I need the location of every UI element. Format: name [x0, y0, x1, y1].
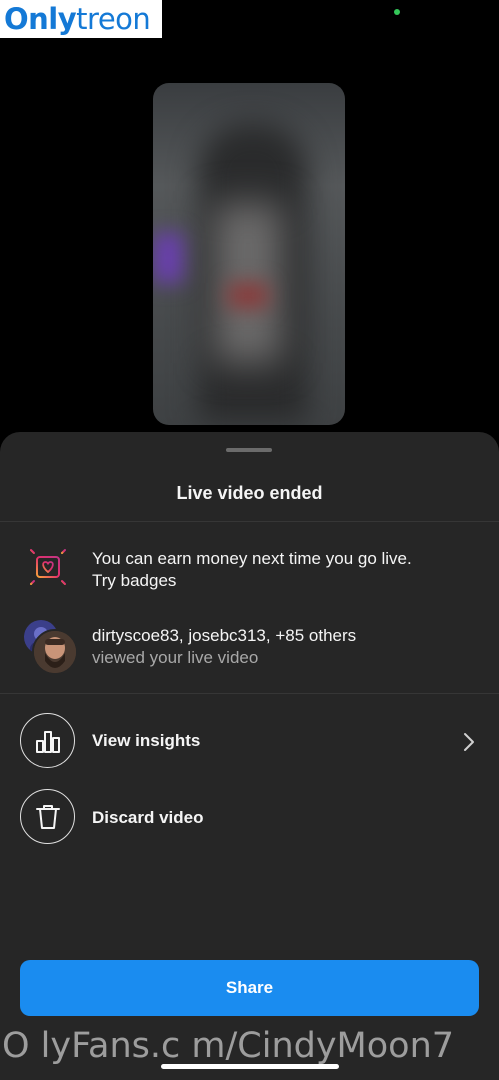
- sheet-drag-handle[interactable]: [226, 448, 272, 452]
- discard-video-label: Discard video: [92, 808, 204, 827]
- viewers-names: dirtyscoe83, josebc313, +85 others: [92, 626, 357, 645]
- watermark-logo-part1: Only: [4, 2, 77, 36]
- share-button[interactable]: Share: [20, 960, 479, 1016]
- divider: [0, 693, 499, 694]
- badges-promo-line2: Try badges: [92, 571, 177, 590]
- viewers-row[interactable]: dirtyscoe83, josebc313, +85 others viewe…: [0, 624, 499, 672]
- badges-promo-line1: You can earn money next time you go live…: [92, 549, 412, 568]
- sheet-title: Live video ended: [176, 483, 323, 503]
- viewers-caption: viewed your live video: [92, 648, 259, 667]
- camera-indicator-dot: [394, 9, 400, 15]
- discard-video-row[interactable]: Discard video: [0, 789, 499, 845]
- badge-heart-icon: [23, 543, 73, 593]
- watermark-logo-part2: treon: [76, 2, 151, 36]
- badges-promo-row[interactable]: You can earn money next time you go live…: [0, 540, 499, 604]
- view-insights-row[interactable]: View insights: [0, 712, 499, 768]
- chevron-right-icon: [464, 733, 474, 751]
- divider: [0, 521, 499, 522]
- view-insights-label: View insights: [92, 731, 201, 750]
- url-watermark: O lyFans.c m/CindyMoon7: [2, 1026, 455, 1066]
- live-ended-sheet: Live video ended You can earn money next…: [0, 432, 499, 1080]
- home-indicator[interactable]: [161, 1064, 339, 1069]
- bar-chart-icon: [20, 713, 75, 768]
- watermark-logo: Only treon: [0, 0, 162, 38]
- live-video-preview: [153, 83, 345, 425]
- trash-icon: [20, 789, 75, 844]
